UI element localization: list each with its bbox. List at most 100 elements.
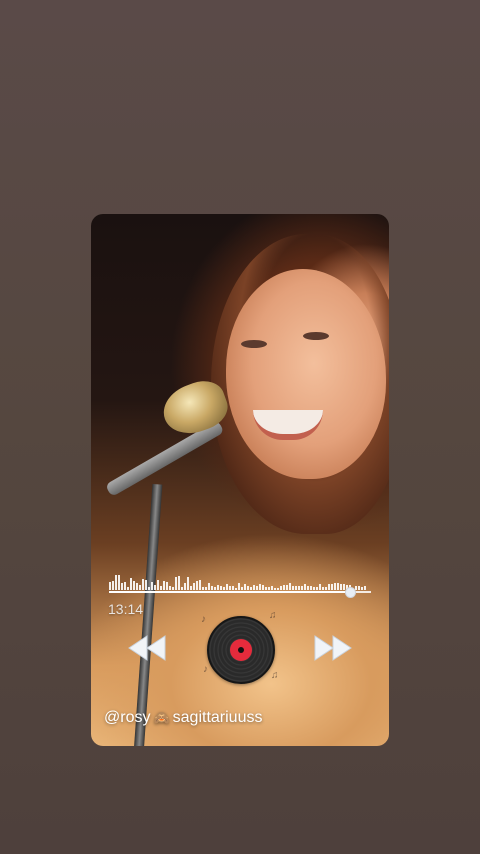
waveform-bar [178,576,180,590]
waveform-bar [316,586,318,590]
waveform-bar [361,586,363,590]
waveform-bar [262,584,264,590]
waveform-bar [340,583,342,590]
username-suffix: sagittariuuss [172,709,263,726]
waveform-bar [163,581,165,590]
waveform-bar [244,583,246,590]
waveform-bar [130,577,132,590]
waveform-bar [136,583,138,590]
waveform-bar [202,586,204,590]
performer-eye-left [241,340,267,348]
waveform-bar [205,587,207,590]
waveform-bar [184,582,186,590]
waveform-bar [304,583,306,590]
waveform-bar [256,586,258,590]
creator-username[interactable]: @rosy 🙈 sagittariuuss [104,709,262,727]
audio-waveform [109,570,371,590]
waveform-bar [259,584,261,590]
waveform-bar [331,583,333,590]
waveform-bar [301,585,303,590]
waveform-bar [193,583,195,590]
waveform-bar [154,585,156,590]
waveform-bar [196,581,198,590]
waveform-bar [145,580,147,590]
fast-forward-button[interactable] [309,632,357,664]
waveform-bar [181,586,183,590]
waveform-bar [280,585,282,590]
waveform-bar [226,584,228,590]
waveform-bar [127,587,129,590]
waveform-bar [271,585,273,590]
waveform-bar [211,585,213,590]
waveform-bar [151,582,153,590]
waveform-bar [148,587,150,590]
music-note-icon: ♫ [269,610,277,621]
waveform-bar [214,586,216,590]
waveform-bar [109,582,111,590]
play-pause-button[interactable]: ♪ ♫ ♪ ♫ [201,610,281,688]
waveform-bar [172,587,174,590]
waveform-bar [199,579,201,590]
record-label [230,639,252,661]
waveform-bar [238,583,240,590]
microphone-arm [104,419,225,498]
username-prefix: @rosy [104,709,151,726]
waveform-bar [307,585,309,590]
rewind-icon [128,635,166,661]
waveform-bar [277,587,279,590]
waveform-bar [160,586,162,590]
waveform-bar [241,586,243,590]
fast-forward-icon [314,635,352,661]
waveform-bar [133,580,135,590]
waveform-bar [175,576,177,590]
waveform-bar [295,585,297,590]
waveform-bar [364,586,366,590]
waveform-bar [253,585,255,590]
progress-bar[interactable] [109,587,371,598]
waveform-bar [322,587,324,590]
waveform-bar [247,585,249,590]
waveform-bar [229,586,231,590]
performer-face [226,269,386,479]
waveform-bar [337,583,339,590]
elapsed-time: 13:14 [108,601,144,617]
waveform-bar [223,587,225,590]
waveform-bar [121,582,123,590]
waveform-bar [187,576,189,590]
waveform-bar [328,584,330,590]
waveform-bar [292,586,294,590]
waveform-bar [139,584,141,590]
waveform-bar [142,578,144,590]
waveform-bar [283,584,285,590]
waveform-bar [157,579,159,590]
waveform-bar [217,585,219,590]
waveform-bar [166,582,168,590]
waveform-bar [298,585,300,590]
music-note-icon: ♪ [201,614,206,625]
waveform-bar [250,586,252,590]
music-player-card: 13:14 ♪ ♫ ♪ ♫ @rosy 🙈 sagittariuuss [91,214,389,746]
progress-fill [109,591,351,593]
music-note-icon: ♪ [203,664,208,675]
waveform-bar [313,586,315,590]
waveform-bar [319,584,321,590]
waveform-bar [358,586,360,590]
vinyl-record-icon[interactable] [207,616,275,684]
waveform-bar [274,587,276,590]
waveform-bar [286,584,288,590]
waveform-bar [235,587,237,590]
waveform-bar [220,586,222,590]
monkey-emoji-icon: 🙈 [153,710,170,725]
progress-knob[interactable] [345,587,357,598]
waveform-bar [118,575,120,590]
music-note-icon: ♫ [271,670,279,681]
waveform-bar [325,586,327,590]
waveform-bar [289,583,291,590]
waveform-bar [124,581,126,590]
waveform-bar [310,585,312,590]
waveform-bar [190,585,192,590]
waveform-bar [208,583,210,590]
waveform-bar [112,581,114,590]
waveform-bar [265,587,267,590]
rewind-button[interactable] [123,632,171,664]
